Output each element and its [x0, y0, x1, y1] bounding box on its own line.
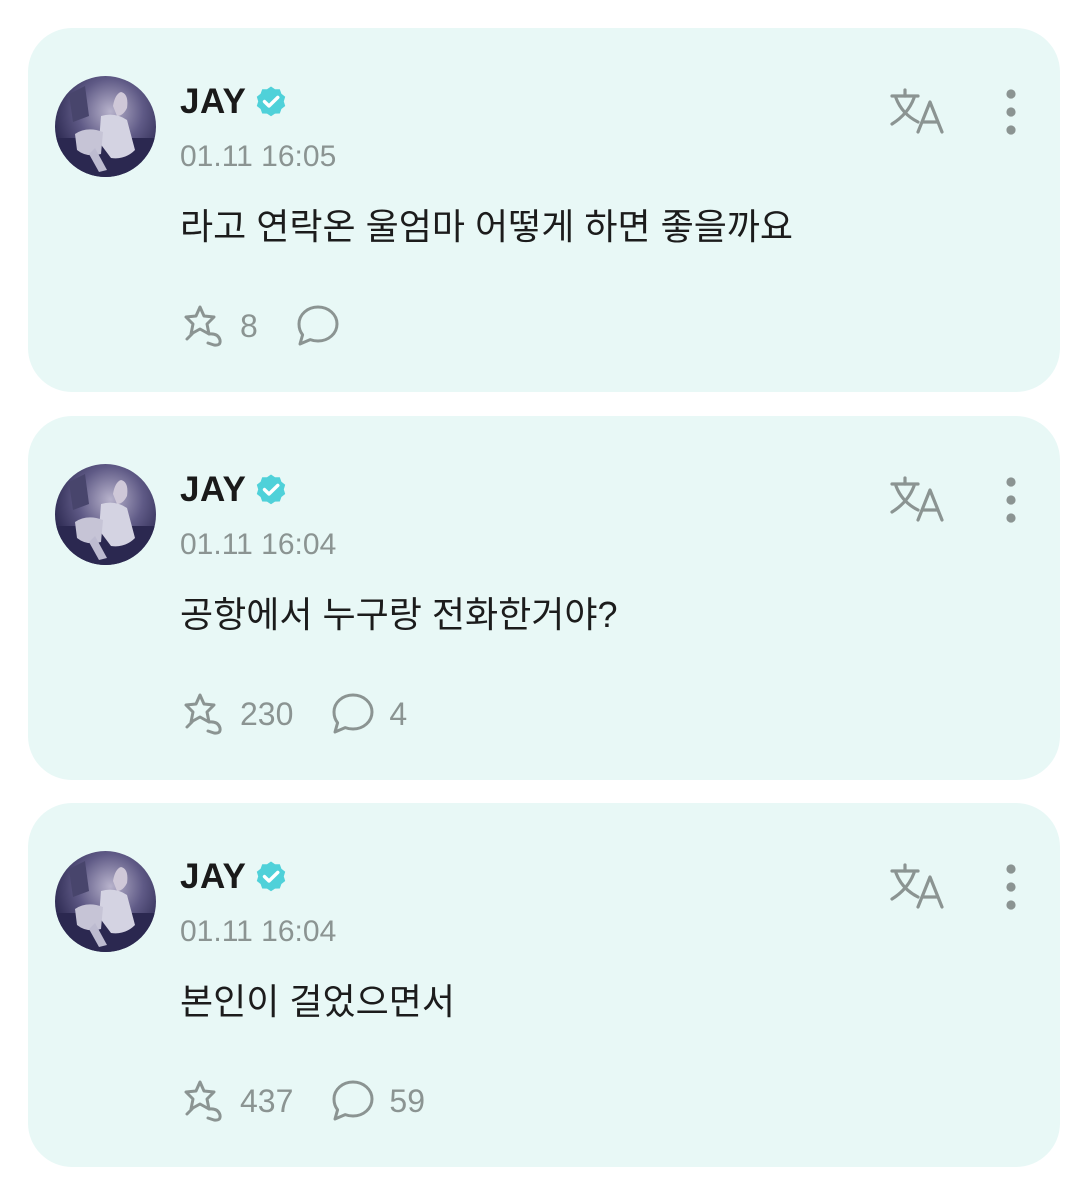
more-vertical-icon[interactable] [994, 86, 1028, 138]
comment-count: 59 [389, 1082, 425, 1119]
like-count: 8 [240, 307, 258, 344]
post-timestamp: 01.11 16:04 [180, 528, 337, 561]
post-actions: 230 4 [178, 692, 407, 736]
more-vertical-icon[interactable] [994, 861, 1028, 913]
post-actions: 8 [178, 304, 354, 348]
post-timestamp: 01.11 16:04 [180, 915, 337, 948]
author-name[interactable]: JAY [180, 470, 246, 510]
comment-bubble-icon [332, 1080, 374, 1121]
like-button[interactable]: 230 [178, 691, 327, 737]
post-card[interactable]: JAY 01.11 16:05 라고 연락온 울엄마 어떻게 하면 좋을까요 8 [28, 28, 1060, 392]
like-sparkle-icon [184, 1080, 222, 1122]
post-text: 본인이 걸었으면서 [180, 981, 455, 1022]
comment-bubble-icon [332, 693, 374, 734]
author-name[interactable]: JAY [180, 857, 246, 897]
comment-bubble-icon [297, 305, 339, 346]
author-name[interactable]: JAY [180, 82, 246, 122]
post-card[interactable]: JAY 01.11 16:04 본인이 걸었으면서 437 59 [28, 803, 1060, 1167]
post-actions: 437 59 [178, 1079, 425, 1123]
post-text: 공항에서 누구랑 전화한거야? [180, 594, 618, 635]
like-count: 437 [240, 1082, 294, 1119]
translate-icon[interactable] [888, 86, 950, 138]
more-vertical-icon[interactable] [994, 474, 1028, 526]
like-button[interactable]: 8 [178, 303, 292, 349]
post-timestamp: 01.11 16:05 [180, 140, 337, 173]
comment-button[interactable]: 4 [327, 691, 407, 737]
comment-button[interactable] [292, 303, 354, 349]
avatar[interactable] [55, 464, 156, 565]
verified-badge-icon [257, 474, 286, 505]
translate-icon[interactable] [888, 474, 950, 526]
like-count: 230 [240, 695, 294, 732]
verified-badge-icon [257, 861, 286, 892]
comment-button[interactable]: 59 [327, 1078, 425, 1124]
like-button[interactable]: 437 [178, 1078, 327, 1124]
verified-badge-icon [257, 86, 286, 117]
post-feed: JAY 01.11 16:05 라고 연락온 울엄마 어떻게 하면 좋을까요 8… [0, 0, 1088, 1200]
post-text: 라고 연락온 울엄마 어떻게 하면 좋을까요 [180, 206, 794, 247]
post-card[interactable]: JAY 01.11 16:04 공항에서 누구랑 전화한거야? 230 4 [28, 416, 1060, 780]
translate-icon[interactable] [888, 861, 950, 913]
avatar[interactable] [55, 76, 156, 177]
comment-count: 4 [389, 695, 408, 732]
avatar[interactable] [55, 851, 156, 952]
like-sparkle-icon [184, 305, 222, 347]
like-sparkle-icon [184, 693, 222, 735]
